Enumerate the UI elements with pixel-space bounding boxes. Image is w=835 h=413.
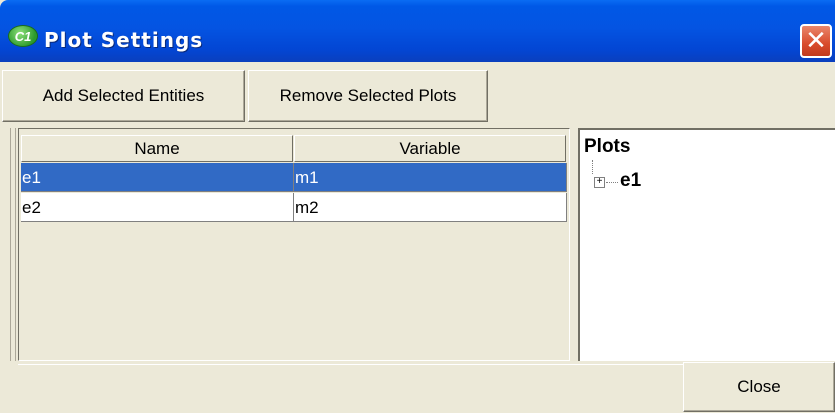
entity-table: Name Variable e1 m1 e2 m2 xyxy=(18,128,570,361)
table-header: Name Variable xyxy=(21,135,567,162)
table-row[interactable]: e1 m1 xyxy=(21,163,567,192)
column-header-name[interactable]: Name xyxy=(21,135,293,162)
panel-edge xyxy=(10,128,16,361)
cell-variable[interactable]: m1 xyxy=(294,163,567,192)
add-selected-entities-button[interactable]: Add Selected Entities xyxy=(2,70,245,122)
title-bar[interactable]: C1 Plot Settings ✕ xyxy=(0,0,835,62)
cell-name[interactable]: e1 xyxy=(21,163,294,192)
column-header-variable[interactable]: Variable xyxy=(294,135,566,162)
plots-tree[interactable]: Plots + e1 xyxy=(578,128,835,361)
tree-connector xyxy=(606,182,618,183)
tree-node-e1[interactable]: e1 xyxy=(620,170,641,192)
expand-plus-icon[interactable]: + xyxy=(594,177,605,188)
table-row[interactable]: e2 m2 xyxy=(21,193,567,222)
close-window-icon[interactable]: ✕ xyxy=(800,24,832,58)
tree-connector xyxy=(592,160,594,174)
remove-selected-plots-button[interactable]: Remove Selected Plots xyxy=(248,70,488,122)
cell-variable[interactable]: m2 xyxy=(294,193,567,222)
app-logo-icon: C1 xyxy=(8,25,38,47)
close-button[interactable]: Close xyxy=(683,362,835,412)
window-title: Plot Settings xyxy=(44,28,204,52)
cell-name[interactable]: e2 xyxy=(21,193,294,222)
tree-root-plots[interactable]: Plots xyxy=(584,136,630,158)
